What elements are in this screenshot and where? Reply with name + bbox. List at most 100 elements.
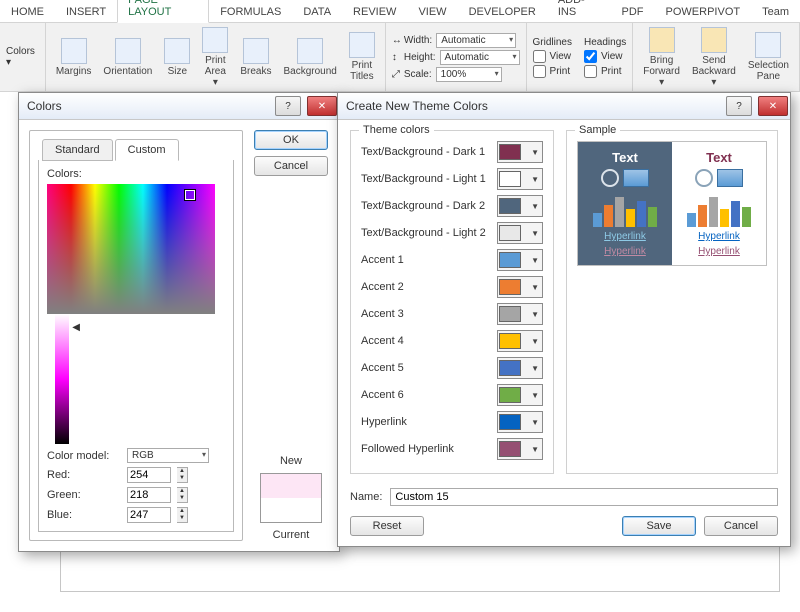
width-combo[interactable]: Automatic [436, 33, 516, 48]
theme-colors-legend: Theme colors [359, 124, 434, 136]
print-area-button[interactable]: Print Area ▾ [198, 25, 232, 90]
theme-color-row: Hyperlink▼ [361, 411, 543, 433]
theme-color-row: Accent 3 ▼ [361, 303, 543, 325]
theme-color-label: Accent 6 [361, 389, 489, 401]
theme-color-dropdown[interactable]: ▼ [497, 330, 543, 352]
theme-color-dropdown[interactable]: ▼ [497, 222, 543, 244]
colors-title: Colors [27, 99, 62, 113]
theme-color-row: Text/Background - Light 1 ▼ [361, 168, 543, 190]
theme-color-label: Text/Background - Light 1 [361, 173, 489, 185]
ok-button[interactable]: OK [254, 130, 328, 150]
theme-close-button[interactable]: ✕ [758, 96, 788, 116]
red-input[interactable] [127, 467, 171, 483]
red-spin[interactable]: ▲▼ [177, 467, 188, 483]
theme-color-label: Followed Hyperlink [361, 443, 489, 455]
help-button[interactable]: ? [275, 96, 301, 116]
theme-color-label: Text/Background - Light 2 [361, 227, 489, 239]
ribbon-tab-insert[interactable]: INSERT [55, 1, 117, 22]
red-label: Red: [47, 469, 121, 481]
selection-pane-button[interactable]: Selection Pane [744, 30, 793, 84]
ribbon-tab-team[interactable]: Team [751, 1, 800, 22]
theme-help-button[interactable]: ? [726, 96, 752, 116]
blue-input[interactable] [127, 507, 171, 523]
ribbon-tab-add-ins[interactable]: ADD-INS [547, 0, 611, 22]
theme-color-label: Text/Background - Dark 1 [361, 146, 489, 158]
theme-cancel-button[interactable]: Cancel [704, 516, 778, 536]
scale-combo[interactable]: 100% [436, 67, 502, 82]
headings-print-check[interactable] [584, 65, 597, 78]
sample-legend: Sample [575, 124, 620, 136]
theme-color-label: Accent 5 [361, 362, 489, 374]
gridlines-print-check[interactable] [533, 65, 546, 78]
new-current-swatch [260, 473, 322, 523]
green-input[interactable] [127, 487, 171, 503]
theme-color-row: Text/Background - Light 2 ▼ [361, 222, 543, 244]
theme-color-dropdown[interactable]: ▼ [497, 276, 543, 298]
theme-color-dropdown[interactable]: ▼ [497, 303, 543, 325]
tab-custom[interactable]: Custom [115, 139, 179, 161]
lightness-bar[interactable]: ◀ [55, 314, 69, 444]
theme-colors-dialog: Create New Theme Colors ? ✕ Theme colors… [337, 92, 791, 547]
theme-color-row: Followed Hyperlink ▼ [361, 438, 543, 460]
ribbon-tabs: HOMEINSERTPAGE LAYOUTFORMULASDATAREVIEWV… [0, 0, 800, 23]
theme-color-dropdown[interactable]: ▼ [497, 357, 543, 379]
ribbon-tab-view[interactable]: VIEW [407, 1, 457, 22]
color-spectrum[interactable] [47, 184, 215, 314]
sample-preview: Text Hyperlink Hyperlink Text Hyperlink … [577, 141, 767, 266]
theme-color-dropdown[interactable]: ▼ [497, 438, 543, 460]
theme-color-dropdown[interactable]: ▼ [497, 168, 543, 190]
theme-color-dropdown[interactable]: ▼ [497, 411, 543, 433]
colors-dialog: Colors ? ✕ Standard Custom Colors: ◀ Col… [18, 92, 340, 552]
close-button[interactable]: ✕ [307, 96, 337, 116]
cancel-button[interactable]: Cancel [254, 156, 328, 176]
current-label: Current [273, 529, 310, 541]
theme-color-label: Accent 1 [361, 254, 489, 266]
theme-color-dropdown[interactable]: ▼ [497, 141, 543, 163]
breaks-button[interactable]: Breaks [236, 36, 275, 79]
theme-color-row: Text/Background - Dark 1 ▼ [361, 141, 543, 163]
ribbon-tab-formulas[interactable]: FORMULAS [209, 1, 292, 22]
ribbon-tab-home[interactable]: HOME [0, 1, 55, 22]
headings-view-check[interactable] [584, 50, 597, 63]
green-spin[interactable]: ▲▼ [177, 487, 188, 503]
theme-color-dropdown[interactable]: ▼ [497, 384, 543, 406]
ribbon-tab-page-layout[interactable]: PAGE LAYOUT [117, 0, 209, 23]
print-titles-button[interactable]: Print Titles [345, 30, 379, 84]
colors-titlebar[interactable]: Colors ? ✕ [19, 93, 339, 120]
theme-titlebar[interactable]: Create New Theme Colors ? ✕ [338, 93, 790, 120]
colors-dropdown[interactable]: Colors ▾ [6, 46, 39, 68]
background-button[interactable]: Background [279, 36, 340, 79]
bring-forward-button[interactable]: Bring Forward ▾ [639, 25, 684, 90]
send-backward-button[interactable]: Send Backward ▾ [688, 25, 740, 90]
height-combo[interactable]: Automatic [440, 50, 520, 65]
theme-color-label: Accent 2 [361, 281, 489, 293]
theme-color-dropdown[interactable]: ▼ [497, 195, 543, 217]
ribbon-tab-powerpivot[interactable]: POWERPIVOT [655, 1, 752, 22]
name-label: Name: [350, 491, 382, 503]
theme-color-label: Accent 3 [361, 308, 489, 320]
gridlines-view-check[interactable] [533, 50, 546, 63]
height-label: Height: [404, 52, 436, 63]
gridlines-label: Gridlines [533, 37, 572, 48]
ribbon-tab-pdf[interactable]: PDF [611, 1, 655, 22]
width-label: Width: [404, 35, 432, 46]
theme-name-input[interactable] [390, 488, 778, 506]
scale-label: Scale: [404, 69, 432, 80]
blue-spin[interactable]: ▲▼ [177, 507, 188, 523]
ribbon-tab-review[interactable]: REVIEW [342, 1, 407, 22]
margins-button[interactable]: Margins [52, 36, 96, 79]
color-model-combo[interactable]: RGB [127, 448, 209, 463]
orientation-button[interactable]: Orientation [99, 36, 156, 79]
tab-standard[interactable]: Standard [42, 139, 113, 161]
theme-color-row: Text/Background - Dark 2 ▼ [361, 195, 543, 217]
theme-color-row: Accent 1 ▼ [361, 249, 543, 271]
theme-color-dropdown[interactable]: ▼ [497, 249, 543, 271]
ribbon-tab-developer[interactable]: DEVELOPER [458, 1, 547, 22]
theme-color-label: Text/Background - Dark 2 [361, 200, 489, 212]
ribbon-tab-data[interactable]: DATA [292, 1, 342, 22]
reset-button[interactable]: Reset [350, 516, 424, 536]
theme-color-label: Accent 4 [361, 335, 489, 347]
save-button[interactable]: Save [622, 516, 696, 536]
size-button[interactable]: Size [160, 36, 194, 79]
new-label: New [280, 455, 302, 467]
